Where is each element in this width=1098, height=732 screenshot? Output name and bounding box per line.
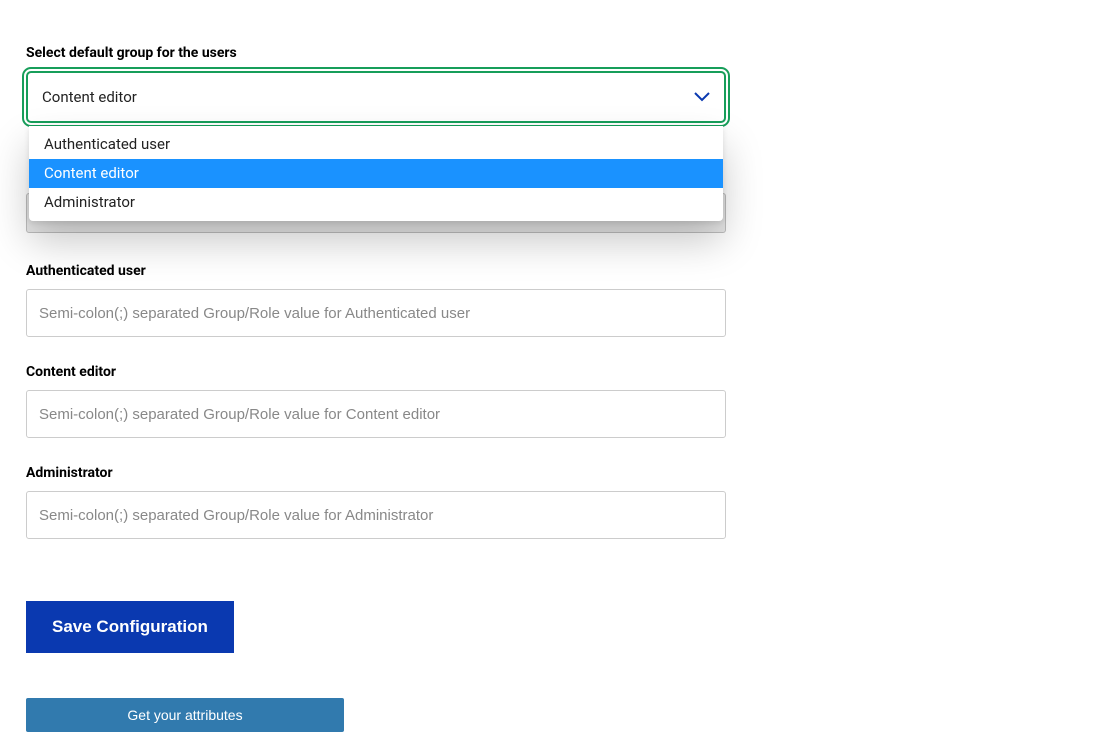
dropdown-list: Authenticated user Content editor Admini… <box>29 126 723 221</box>
dropdown-option-content-editor[interactable]: Content editor <box>29 159 723 188</box>
content-editor-label: Content editor <box>26 364 726 380</box>
default-group-label: Select default group for the users <box>26 45 726 61</box>
administrator-label: Administrator <box>26 465 726 481</box>
chevron-down-icon <box>694 92 710 102</box>
default-group-select[interactable]: Content editor <box>26 71 726 123</box>
content-editor-input[interactable] <box>26 390 726 438</box>
dropdown-option-authenticated[interactable]: Authenticated user <box>29 130 723 159</box>
select-value: Content editor <box>42 88 137 106</box>
administrator-input[interactable] <box>26 491 726 539</box>
get-attributes-button[interactable]: Get your attributes <box>26 698 344 732</box>
authenticated-user-input[interactable] <box>26 289 726 337</box>
dropdown-option-administrator[interactable]: Administrator <box>29 188 723 217</box>
authenticated-user-label: Authenticated user <box>26 263 726 279</box>
save-configuration-button[interactable]: Save Configuration <box>26 601 234 653</box>
